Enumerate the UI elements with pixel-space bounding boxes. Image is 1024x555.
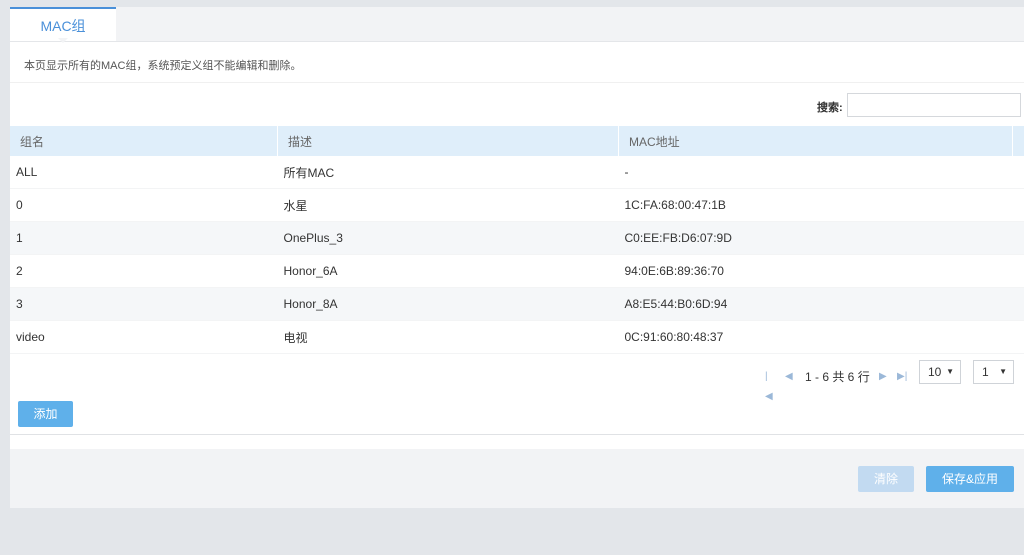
footer-bar: 清除 保存&应用 [10, 449, 1024, 508]
cell-mac: 0C:91:60:80:48:37 [618, 320, 1013, 354]
tab-mac-group[interactable]: MAC组 [10, 7, 116, 41]
column-header-desc[interactable]: 描述 [277, 126, 619, 156]
cell-mac: 94:0E:6B:89:36:70 [618, 254, 1013, 288]
table-row: 1 OnePlus_3 C0:EE:FB:D6:07:9D ✎✕ [10, 221, 1024, 255]
cell-name: 0 [10, 188, 278, 222]
page-description: 本页显示所有的MAC组，系统预定义组不能编辑和删除。 [24, 60, 302, 72]
cell-ops: ✎✕ [1012, 188, 1024, 222]
cell-name: 1 [10, 221, 278, 255]
first-page-icon[interactable]: |◀ [765, 367, 773, 407]
tab-caret-icon [58, 38, 68, 43]
page-size-value: 10 [928, 365, 942, 379]
cell-name: 3 [10, 287, 278, 321]
chevron-down-icon: ▼ [946, 367, 954, 376]
clear-button[interactable]: 清除 [858, 466, 914, 492]
add-button[interactable]: 添加 [18, 401, 73, 427]
column-header-name[interactable]: 组名 [10, 126, 278, 156]
table-header-row: 组名 描述 MAC地址 [10, 126, 1024, 156]
table-row: 0 水星 1C:FA:68:00:47:1B ✎✕ [10, 188, 1024, 222]
pagination-summary: 1 - 6 共 6 行 [805, 370, 870, 384]
cell-ops: ✎✕ [1012, 254, 1024, 288]
cell-mac: C0:EE:FB:D6:07:9D [618, 221, 1013, 255]
search-label: 搜索: [817, 102, 843, 114]
cell-name: ALL [10, 156, 278, 189]
column-header-mac[interactable]: MAC地址 [618, 126, 1013, 156]
column-header-ops [1012, 126, 1024, 156]
search-input[interactable] [847, 93, 1021, 117]
table-row: video 电视 0C:91:60:80:48:37 ✎✕ [10, 320, 1024, 354]
cell-desc: Honor_8A [277, 287, 619, 321]
divider [10, 434, 1024, 435]
page-number-select[interactable]: 1 ▼ [973, 360, 1014, 384]
cell-name: 2 [10, 254, 278, 288]
cell-ops: ✎✕ [1012, 320, 1024, 354]
cell-desc: 水星 [277, 188, 619, 222]
cell-desc: Honor_6A [277, 254, 619, 288]
cell-ops: ✎✕ [1012, 287, 1024, 321]
page-number-value: 1 [982, 365, 989, 379]
cell-mac: - [618, 156, 1013, 189]
tab-bar: MAC组 [10, 7, 1024, 43]
save-apply-button[interactable]: 保存&应用 [926, 466, 1014, 492]
main-panel: MAC组 本页显示所有的MAC组，系统预定义组不能编辑和删除。 搜索: 组名 描… [10, 7, 1024, 508]
cell-desc: OnePlus_3 [277, 221, 619, 255]
table-row: 3 Honor_8A A8:E5:44:B0:6D:94 ✎✕ [10, 287, 1024, 321]
next-page-icon[interactable]: ▶ [879, 367, 887, 387]
mac-group-table: 组名 描述 MAC地址 ALL 所有MAC - 0 水星 1C:FA:68:00… [10, 126, 1024, 354]
cell-mac: A8:E5:44:B0:6D:94 [618, 287, 1013, 321]
cell-ops [1012, 156, 1024, 189]
chevron-down-icon: ▼ [999, 367, 1007, 376]
cell-mac: 1C:FA:68:00:47:1B [618, 188, 1013, 222]
divider [10, 82, 1024, 83]
table-row: ALL 所有MAC - [10, 156, 1024, 189]
cell-name: video [10, 320, 278, 354]
cell-ops: ✎✕ [1012, 221, 1024, 255]
table-row: 2 Honor_6A 94:0E:6B:89:36:70 ✎✕ [10, 254, 1024, 288]
page-size-select[interactable]: 10 ▼ [919, 360, 961, 384]
prev-page-icon[interactable]: ◀ [785, 367, 793, 387]
last-page-icon[interactable]: ▶| [897, 367, 907, 387]
cell-desc: 电视 [277, 320, 619, 354]
cell-desc: 所有MAC [277, 156, 619, 189]
